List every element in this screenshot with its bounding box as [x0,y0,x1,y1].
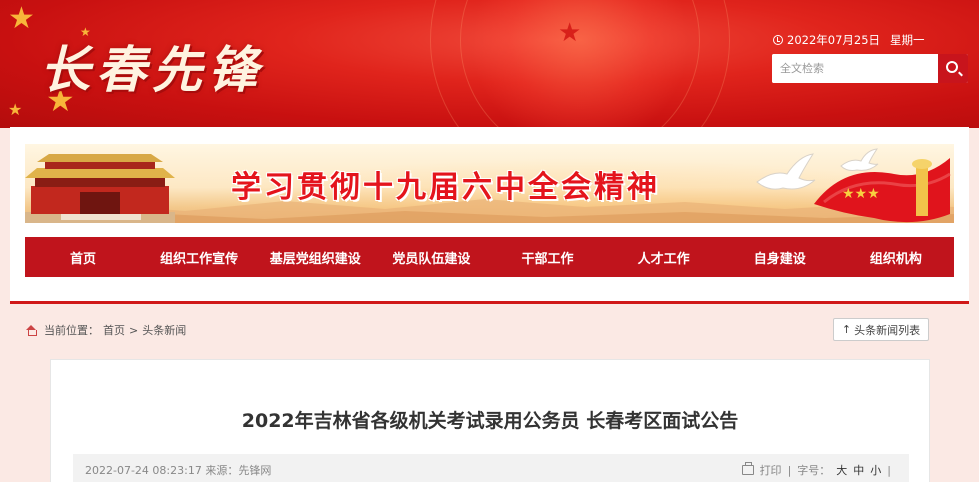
article-meta-info: 2022-07-24 08:23:17 来源：先锋网 [85,462,271,478]
nav-item-grassroots-party[interactable]: 基层党组织建设 [257,237,373,277]
gold-star-icon: ★ [8,100,23,119]
tool-separator: | [887,463,891,477]
font-size-small-button[interactable]: 小 [870,462,881,478]
breadcrumb: 当前位置： 首页 > 头条新闻 [26,322,186,338]
site-header: ★ ★ ★ ★ ★ 长春先锋 2022年07月25日 星期一 [0,0,979,128]
tiananmen-gate-icon [25,154,175,223]
main-nav: 首页 组织工作宣传 基层党组织建设 党员队伍建设 干部工作 人才工作 自身建设 … [25,237,954,277]
up-arrow-icon: ↑ [841,323,852,336]
publish-datetime: 2022-07-24 08:23:17 [85,464,202,477]
banner-title: 学习贯彻十九届六中全会精神 [231,170,660,205]
article-meta-bar: 2022-07-24 08:23:17 来源：先锋网 打印 | 字号： 大 中 … [73,454,909,482]
party-flag-icon: ★★★ [814,158,951,223]
search-input[interactable] [772,54,938,83]
printer-icon [741,462,754,475]
nav-item-org-publicity[interactable]: 组织工作宣传 [141,237,257,277]
font-size-large-button[interactable]: 大 [836,462,847,478]
search-box [772,54,968,83]
print-button[interactable]: 打印 [760,462,782,478]
home-icon [26,325,37,336]
headline-list-label: 头条新闻列表 [854,323,921,337]
breadcrumb-current-link[interactable]: 头条新闻 [142,322,186,338]
nav-item-talent-work[interactable]: 人才工作 [606,237,722,277]
nav-item-cadre-work[interactable]: 干部工作 [489,237,605,277]
breadcrumb-separator: > [129,323,139,337]
headline-list-button[interactable]: ↑ 头条新闻列表 [833,318,929,341]
banner-panel: 学习贯彻十九届六中全会精神 ★★★ 首页 组织工作宣传 基层党组织建设 党员队伍… [10,127,969,302]
date-text: 2022年07月25日 [787,33,881,47]
source-label: 来源： [205,464,239,477]
breadcrumb-prefix: 当前位置： [44,324,99,337]
article-tools: 打印 | 字号： 大 中 小 | [741,462,891,478]
clock-icon [773,35,783,45]
divider-line [10,301,969,304]
tool-separator: | [787,463,792,477]
nav-item-self-building[interactable]: 自身建设 [722,237,838,277]
article-title: 2022年吉林省各级机关考试录用公务员 长春考区面试公告 [241,410,739,432]
font-size-label: 字号： [797,464,831,477]
svg-text:★★★: ★★★ [842,186,880,202]
search-button[interactable] [938,54,968,83]
weekday-text: 星期一 [890,33,925,47]
nav-item-home[interactable]: 首页 [25,237,141,277]
site-logo[interactable]: 长春先锋 [40,30,264,102]
date-display: 2022年07月25日 星期一 [773,32,925,48]
font-size-medium-button[interactable]: 中 [853,462,864,478]
nav-item-party-members[interactable]: 党员队伍建设 [373,237,489,277]
theme-banner[interactable]: 学习贯彻十九届六中全会精神 ★★★ [25,144,954,223]
emblem-star-icon: ★ [558,18,582,48]
gold-star-icon: ★ [8,1,35,36]
source-value: 先锋网 [238,464,272,477]
breadcrumb-home-link[interactable]: 首页 [103,322,125,338]
search-icon [946,61,958,73]
nav-item-organization[interactable]: 组织机构 [838,237,954,277]
article-container: 2022年吉林省各级机关考试录用公务员 长春考区面试公告 2022-07-24 … [50,359,930,482]
